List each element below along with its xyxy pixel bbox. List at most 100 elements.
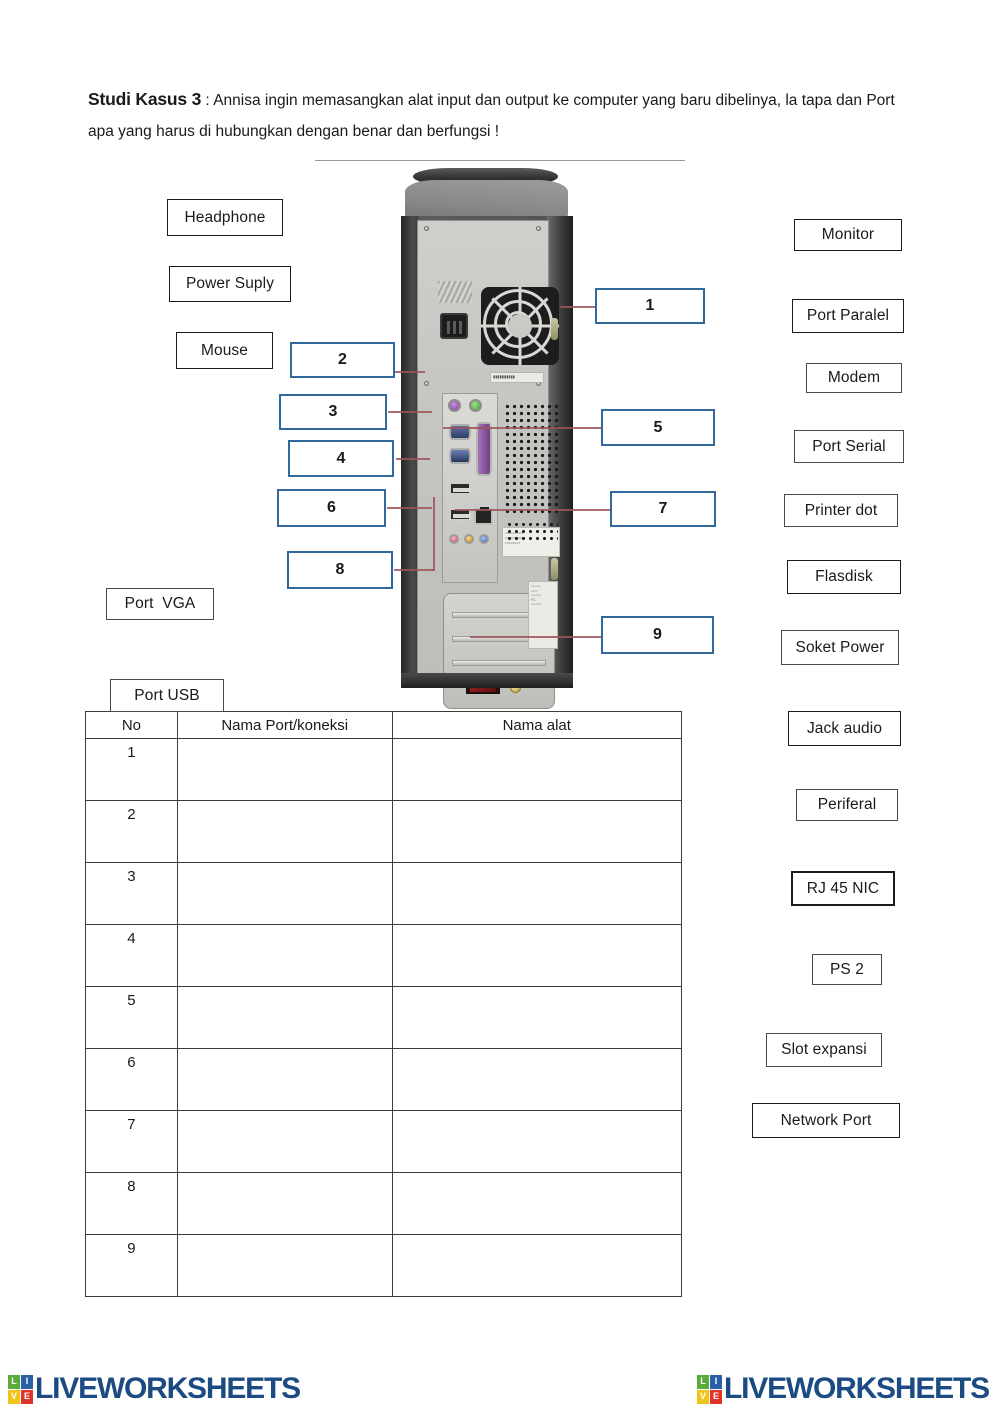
- row-alat-input[interactable]: [391, 800, 683, 863]
- row-alat-input[interactable]: [391, 1110, 683, 1173]
- word-bank-jack-audio[interactable]: Jack audio: [788, 711, 901, 746]
- liveworksheets-mark-icon: L I V E: [697, 1374, 722, 1404]
- lead-line-1: [560, 306, 598, 308]
- word-bank-mouse[interactable]: Mouse: [176, 332, 273, 369]
- row-port-input[interactable]: [176, 986, 393, 1049]
- mark-letter-i: I: [710, 1374, 722, 1389]
- row-number: 3: [85, 862, 178, 925]
- word-bank-power-suply[interactable]: Power Suply: [169, 266, 291, 302]
- row-alat-input[interactable]: [391, 738, 683, 801]
- callout-number-3[interactable]: 3: [279, 394, 387, 430]
- callout-number-6[interactable]: 6: [277, 489, 386, 527]
- word-bank-label: Modem: [827, 369, 881, 386]
- table-row: 2: [85, 800, 683, 863]
- word-bank-slot-expansi[interactable]: Slot expansi: [766, 1033, 882, 1067]
- table-header-row: No Nama Port/koneksi Nama alat: [85, 711, 683, 739]
- table-row: 5: [85, 986, 683, 1049]
- row-alat-input[interactable]: [391, 924, 683, 987]
- word-bank-label: RJ 45 NIC: [806, 879, 880, 897]
- lead-line-5: [443, 427, 603, 429]
- row-number: 5: [85, 986, 178, 1049]
- power-socket-port: [440, 313, 468, 339]
- row-alat-input[interactable]: [391, 1234, 683, 1297]
- word-bank-port-paralel[interactable]: Port Paralel: [792, 299, 904, 333]
- vga-port: [449, 448, 471, 464]
- row-port-input[interactable]: [176, 738, 393, 801]
- word-bank-label: Jack audio: [806, 719, 883, 737]
- callout-number-4[interactable]: 4: [288, 440, 394, 477]
- word-bank-soket-power[interactable]: Soket Power: [781, 630, 899, 665]
- case-vent-grid-lower: [506, 521, 558, 541]
- word-bank-label: Network Port: [780, 1111, 872, 1129]
- word-bank-ps2[interactable]: PS 2: [812, 954, 882, 985]
- row-port-input[interactable]: [176, 1172, 393, 1235]
- word-bank-port-vga[interactable]: Port VGA: [106, 588, 214, 620]
- parallel-port: [476, 422, 492, 476]
- row-port-input[interactable]: [176, 924, 393, 987]
- word-bank-network-port[interactable]: Network Port: [752, 1103, 900, 1138]
- word-bank-label: Port Paralel: [806, 307, 890, 324]
- callout-number-7[interactable]: 7: [610, 491, 716, 527]
- table-header-port: Nama Port/koneksi: [176, 711, 393, 739]
- usb-port-pair-upper: [449, 482, 471, 495]
- question-text: Studi Kasus 3 : Annisa ingin memasangkan…: [88, 84, 918, 147]
- liveworksheets-wordmark: LIVEWORKSHEETS: [35, 1372, 301, 1405]
- mark-letter-e: E: [21, 1389, 33, 1404]
- io-shield-panel: [442, 393, 498, 583]
- word-bank-headphone[interactable]: Headphone: [167, 199, 283, 236]
- callout-number-5[interactable]: 5: [601, 409, 715, 446]
- callout-number-label: 9: [653, 626, 662, 643]
- callout-number-9[interactable]: 9: [601, 616, 714, 654]
- callout-number-label: 8: [335, 561, 345, 578]
- row-alat-input[interactable]: [391, 862, 683, 925]
- side-panel-latch-upper: [551, 318, 558, 340]
- word-bank-label: Slot expansi: [781, 1041, 867, 1058]
- mark-letter-v: V: [8, 1389, 20, 1404]
- callout-number-label: 6: [327, 499, 336, 516]
- mark-letter-l: L: [697, 1374, 709, 1389]
- callout-number-1[interactable]: 1: [595, 288, 705, 324]
- psu-sticker: ▮▮▮▮▮▮▮▮▮▮: [490, 372, 544, 383]
- lead-line-3: [388, 411, 432, 413]
- word-bank-label: Periferal: [817, 796, 877, 813]
- mark-letter-i: I: [21, 1374, 33, 1389]
- word-bank-port-usb[interactable]: Port USB: [110, 679, 224, 712]
- callout-number-8[interactable]: 8: [287, 551, 393, 589]
- word-bank-port-serial[interactable]: Port Serial: [794, 430, 904, 463]
- row-port-input[interactable]: [176, 1048, 393, 1111]
- table-row: 9: [85, 1234, 683, 1297]
- word-bank-label: Mouse: [200, 341, 249, 359]
- row-port-input[interactable]: [176, 862, 393, 925]
- row-alat-input[interactable]: [391, 986, 683, 1049]
- row-alat-input[interactable]: [391, 1172, 683, 1235]
- row-port-input[interactable]: [176, 1110, 393, 1173]
- word-bank-periferal[interactable]: Periferal: [796, 789, 898, 821]
- word-bank-label: Port VGA: [124, 595, 196, 612]
- word-bank-label: Flasdisk: [815, 568, 873, 585]
- word-bank-rj45-nic[interactable]: RJ 45 NIC: [791, 871, 895, 906]
- word-bank-printer-dot[interactable]: Printer dot: [784, 494, 898, 527]
- callout-number-2[interactable]: 2: [290, 342, 395, 378]
- word-bank-flasdisk[interactable]: Flasdisk: [787, 560, 901, 594]
- callout-number-label: 7: [658, 500, 668, 517]
- table-row: 7: [85, 1110, 683, 1173]
- ps2-keyboard-port: [448, 399, 461, 412]
- audio-jack-mic: [449, 534, 459, 544]
- row-alat-input[interactable]: [391, 1048, 683, 1111]
- row-port-input[interactable]: [176, 800, 393, 863]
- row-port-input[interactable]: [176, 1234, 393, 1297]
- liveworksheets-logo-left: L I V E LIVEWORKSHEETS: [8, 1372, 301, 1406]
- mark-letter-l: L: [8, 1374, 20, 1389]
- word-bank-label: Soket Power: [795, 638, 885, 656]
- callout-number-label: 5: [653, 418, 663, 436]
- word-bank-modem[interactable]: Modem: [806, 363, 902, 393]
- row-number: 7: [85, 1110, 178, 1173]
- word-bank-label: PS 2: [829, 960, 864, 978]
- word-bank-monitor[interactable]: Monitor: [794, 219, 902, 251]
- lead-line-7: [455, 509, 612, 511]
- tower-rear-panel: ▮▮▮▮▮▮▮▮▮▮ ▭▭▭▭▭▭▭▭ ▭▭▭▭▭▭ ▭▭▭▭▭▭▭▭FC▭▭▭: [417, 220, 562, 709]
- lead-line-2: [395, 371, 425, 373]
- callout-number-label: 3: [328, 403, 338, 420]
- answer-table: No Nama Port/koneksi Nama alat 1 2 3 4 5: [85, 711, 683, 1297]
- mark-letter-e: E: [710, 1389, 722, 1404]
